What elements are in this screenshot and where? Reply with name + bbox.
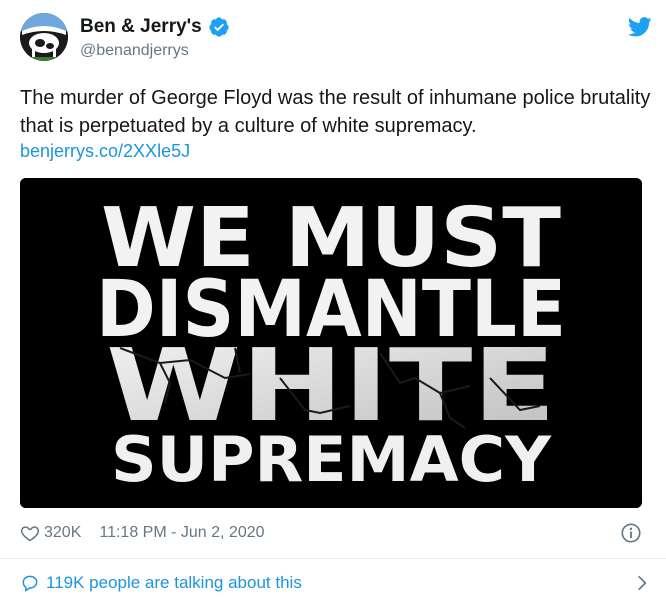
verified-badge-icon [209, 17, 229, 37]
conversation-link[interactable]: 119K people are talking about this [20, 570, 660, 596]
display-name[interactable]: Ben & Jerry's [80, 16, 202, 38]
user-handle[interactable]: @benandjerrys [80, 42, 189, 60]
chevron-right-icon[interactable] [632, 573, 652, 593]
tweet-link[interactable]: benjerrys.co/2XXle5J [20, 140, 190, 162]
user-name-line[interactable]: Ben & Jerry's [80, 16, 230, 38]
tweet-footer: 320K 11:18 PM - Jun 2, 2020 [20, 521, 642, 545]
info-icon[interactable] [620, 522, 642, 544]
tweet-card: Ben & Jerry's @benandjerrys The murder o… [0, 0, 666, 603]
tweet-text-line: that is perpetuated by a culture of whit… [20, 115, 477, 137]
heart-icon[interactable] [20, 523, 40, 543]
comment-icon [22, 575, 38, 592]
tweet-text-line: The murder of George Floyd was the resul… [20, 87, 651, 109]
divider [0, 558, 666, 559]
like-count[interactable]: 320K [44, 524, 81, 542]
tweet-media-image[interactable]: WE MUST DISMANTLE WHITE SUPREMACY [20, 178, 642, 508]
conversation-count-label[interactable]: 119K people are talking about this [46, 573, 302, 593]
media-line-4: SUPREMACY [111, 423, 552, 496]
avatar[interactable] [20, 13, 68, 61]
tweet-text: The murder of George Floyd was the resul… [20, 84, 660, 140]
media-graphic: WE MUST DISMANTLE WHITE SUPREMACY [20, 178, 642, 508]
tweet-timestamp[interactable]: 11:18 PM - Jun 2, 2020 [99, 524, 264, 542]
twitter-bird-icon[interactable] [628, 16, 652, 38]
avatar-logo [20, 13, 68, 61]
